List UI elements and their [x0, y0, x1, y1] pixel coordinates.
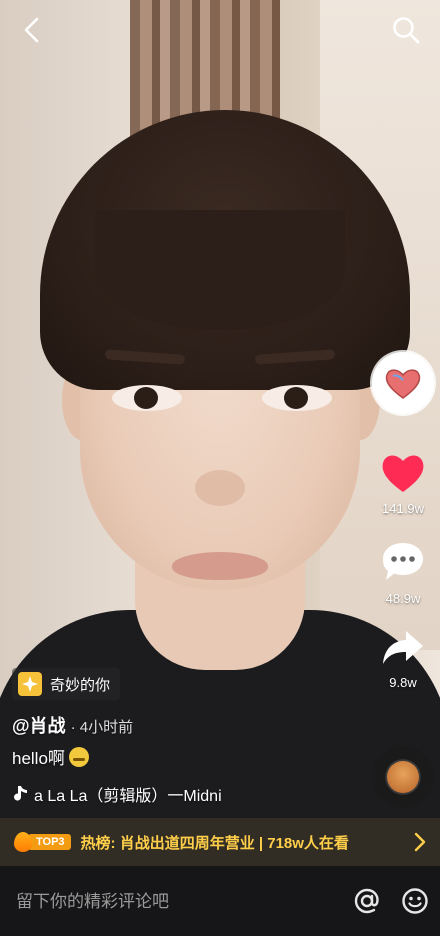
comment-count: 48.9w: [385, 591, 421, 606]
back-button[interactable]: [14, 12, 50, 48]
emoji-button[interactable]: [400, 886, 430, 916]
lips: [172, 552, 268, 580]
video-screen: 141.9w 48.9w 9.8w 奇妙的你 @肖战 · 4小时前 hello啊: [0, 0, 440, 936]
heart-icon: [382, 455, 424, 492]
author-line: @肖战 · 4小时前: [12, 712, 133, 738]
grimace-emoji-icon: [68, 746, 89, 767]
at-sign-icon: [354, 888, 379, 914]
heart-sticker-icon: [385, 369, 421, 399]
comment-bubble-icon: [383, 543, 423, 580]
flame-icon: [14, 832, 32, 852]
eye-right: [262, 385, 332, 411]
smiley-icon: [402, 888, 428, 914]
music-disc[interactable]: [372, 746, 434, 808]
share-button[interactable]: 9.8w: [368, 628, 438, 690]
caption-text: hello啊: [12, 749, 65, 768]
music-title: a La La（剪辑版）一Midni: [34, 788, 222, 805]
post-time: · 4小时前: [70, 719, 134, 736]
like-count: 141.9w: [382, 501, 424, 516]
author-avatar[interactable]: [372, 352, 434, 414]
hair-fringe: [95, 210, 345, 330]
chevron-left-icon: [24, 17, 39, 43]
chevron-right-icon: [414, 832, 426, 852]
comment-button[interactable]: 48.9w: [368, 540, 438, 606]
eye-left: [112, 385, 182, 411]
music-cover-icon: [387, 761, 419, 793]
hot-list-banner[interactable]: TOP3 热榜: 肖战出道四周年营业 | 718w人在看: [0, 818, 440, 866]
comment-bar: [0, 866, 440, 936]
author-name[interactable]: @肖战: [12, 716, 66, 736]
search-button[interactable]: [386, 12, 426, 48]
top-bar: [0, 0, 440, 60]
music-note-icon: [14, 786, 27, 801]
effect-chip[interactable]: 奇妙的你: [12, 668, 121, 700]
top3-badge: TOP3: [14, 832, 71, 852]
hot-list-text: 热榜: 肖战出道四周年营业 | 718w人在看: [80, 834, 349, 852]
mention-button[interactable]: [352, 886, 382, 916]
like-button[interactable]: 141.9w: [368, 452, 438, 516]
effect-sparkle-icon: [18, 672, 42, 696]
comment-input[interactable]: [14, 888, 318, 916]
post-caption: hello啊: [12, 744, 89, 769]
music-info[interactable]: a La La（剪辑版）一Midni: [12, 782, 222, 806]
share-count: 9.8w: [389, 675, 417, 690]
nose: [195, 470, 245, 506]
effect-label: 奇妙的你: [50, 676, 111, 694]
top3-label: TOP3: [28, 834, 71, 850]
share-arrow-icon: [383, 631, 423, 664]
search-icon: [393, 17, 420, 44]
